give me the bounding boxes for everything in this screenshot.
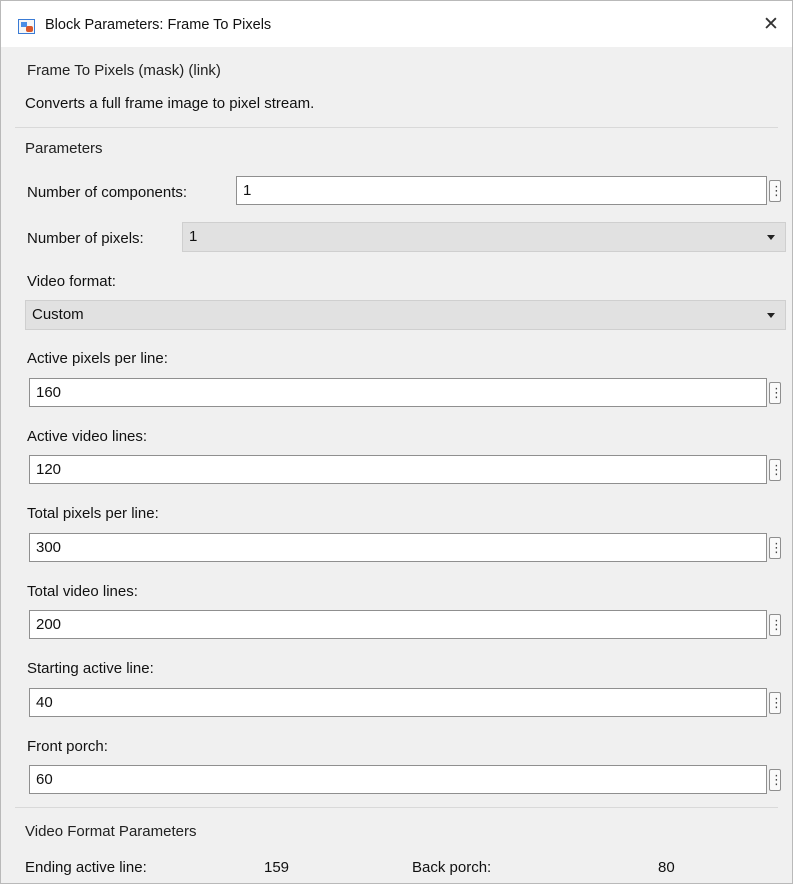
mask-name: Frame To Pixels (mask) (link) bbox=[27, 62, 221, 79]
video-format-dropdown[interactable]: Custom bbox=[25, 300, 786, 330]
chevron-down-icon bbox=[767, 235, 775, 240]
simulink-block-icon bbox=[18, 19, 35, 34]
more-options-button[interactable]: ⋮ bbox=[769, 537, 783, 559]
total-pixels-per-line-field[interactable]: 300 bbox=[29, 533, 767, 562]
active-pixels-per-line-label: Active pixels per line: bbox=[27, 350, 168, 367]
more-options-button[interactable]: ⋮ bbox=[769, 382, 783, 404]
ending-active-line-label: Ending active line: bbox=[25, 859, 147, 876]
active-pixels-per-line-field[interactable]: 160 bbox=[29, 378, 767, 407]
num-pixels-label: Number of pixels: bbox=[27, 230, 144, 247]
total-video-lines-label: Total video lines: bbox=[27, 583, 138, 600]
num-pixels-dropdown[interactable]: 1 bbox=[182, 222, 786, 252]
starting-active-line-field[interactable]: 40 bbox=[29, 688, 767, 717]
mask-header: Frame To Pixels (mask) (link) Converts a… bbox=[1, 47, 792, 127]
video-format-parameters-group-title: Video Format Parameters bbox=[25, 823, 197, 840]
title-bar: Block Parameters: Frame To Pixels ✕ bbox=[1, 1, 792, 48]
starting-active-line-label: Starting active line: bbox=[27, 660, 154, 677]
more-options-button[interactable]: ⋮ bbox=[769, 692, 783, 714]
video-format-selected: Custom bbox=[32, 306, 84, 323]
active-video-lines-field[interactable]: 120 bbox=[29, 455, 767, 484]
close-button[interactable]: ✕ bbox=[756, 11, 786, 39]
num-pixels-selected: 1 bbox=[189, 228, 198, 245]
active-video-lines-label: Active video lines: bbox=[27, 428, 148, 445]
separator bbox=[15, 807, 778, 808]
total-video-lines-field[interactable]: 200 bbox=[29, 610, 767, 639]
video-format-label: Video format: bbox=[27, 273, 116, 290]
more-options-button[interactable]: ⋮ bbox=[769, 459, 783, 481]
num-components-field[interactable]: 1 bbox=[236, 176, 767, 205]
total-pixels-per-line-label: Total pixels per line: bbox=[27, 505, 159, 522]
parameters-group-title: Parameters bbox=[25, 140, 103, 157]
more-options-button[interactable]: ⋮ bbox=[769, 769, 783, 791]
front-porch-field[interactable]: 60 bbox=[29, 765, 767, 794]
ending-active-line-value: 159 bbox=[264, 859, 290, 876]
window-title: Block Parameters: Frame To Pixels bbox=[45, 17, 272, 33]
separator bbox=[15, 127, 778, 128]
more-options-button[interactable]: ⋮ bbox=[769, 614, 783, 636]
block-parameters-dialog: Block Parameters: Frame To Pixels ✕ Fram… bbox=[0, 0, 793, 884]
mask-description: Converts a full frame image to pixel str… bbox=[25, 95, 315, 112]
back-porch-label: Back porch: bbox=[412, 859, 492, 876]
num-components-label: Number of components: bbox=[27, 184, 188, 201]
chevron-down-icon bbox=[767, 313, 775, 318]
front-porch-label: Front porch: bbox=[27, 738, 108, 755]
back-porch-value: 80 bbox=[658, 859, 675, 876]
more-options-button[interactable]: ⋮ bbox=[769, 180, 783, 202]
